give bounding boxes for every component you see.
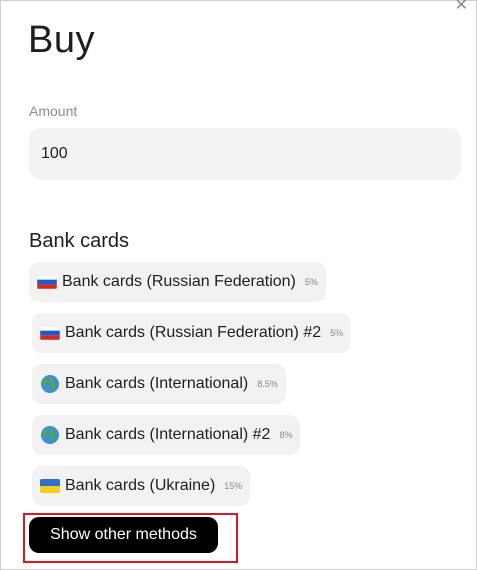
russia-flag-icon	[40, 326, 60, 340]
ukraine-flag-icon	[40, 479, 60, 493]
method-label: Bank cards (Russian Federation) #2	[65, 324, 322, 341]
close-icon[interactable]: ✕	[455, 0, 468, 14]
method-label: Bank cards (Russian Federation)	[62, 273, 296, 290]
method-label: Bank cards (International) #2	[65, 426, 271, 443]
page-title: Buy	[28, 19, 95, 61]
globe-icon	[40, 425, 60, 445]
buy-dialog: ✕ Buy Amount Bank cards Bank cards (Russ…	[0, 0, 477, 570]
russia-flag-icon	[37, 275, 57, 289]
fee-badge: 15%	[224, 481, 243, 491]
method-bank-cards-international-2[interactable]: Bank cards (International) #2 8%	[32, 415, 301, 455]
fee-badge: 8%	[279, 430, 293, 440]
bank-cards-heading: Bank cards	[29, 230, 130, 252]
method-bank-cards-russian-federation[interactable]: Bank cards (Russian Federation) 5%	[29, 262, 326, 302]
method-bank-cards-russian-federation-2[interactable]: Bank cards (Russian Federation) #2 5%	[32, 313, 352, 353]
method-bank-cards-ukraine[interactable]: Bank cards (Ukraine) 15%	[32, 466, 251, 506]
fee-badge: 8.5%	[257, 379, 278, 389]
fee-badge: 5%	[330, 328, 344, 338]
amount-input[interactable]	[29, 128, 461, 180]
method-label: Bank cards (International)	[65, 375, 249, 392]
method-bank-cards-international[interactable]: Bank cards (International) 8.5%	[32, 364, 286, 404]
fee-badge: 5%	[304, 277, 318, 287]
method-label: Bank cards (Ukraine)	[65, 477, 216, 494]
show-other-methods-button[interactable]: Show other methods	[29, 517, 218, 553]
globe-icon	[40, 374, 60, 394]
amount-label: Amount	[29, 103, 78, 119]
